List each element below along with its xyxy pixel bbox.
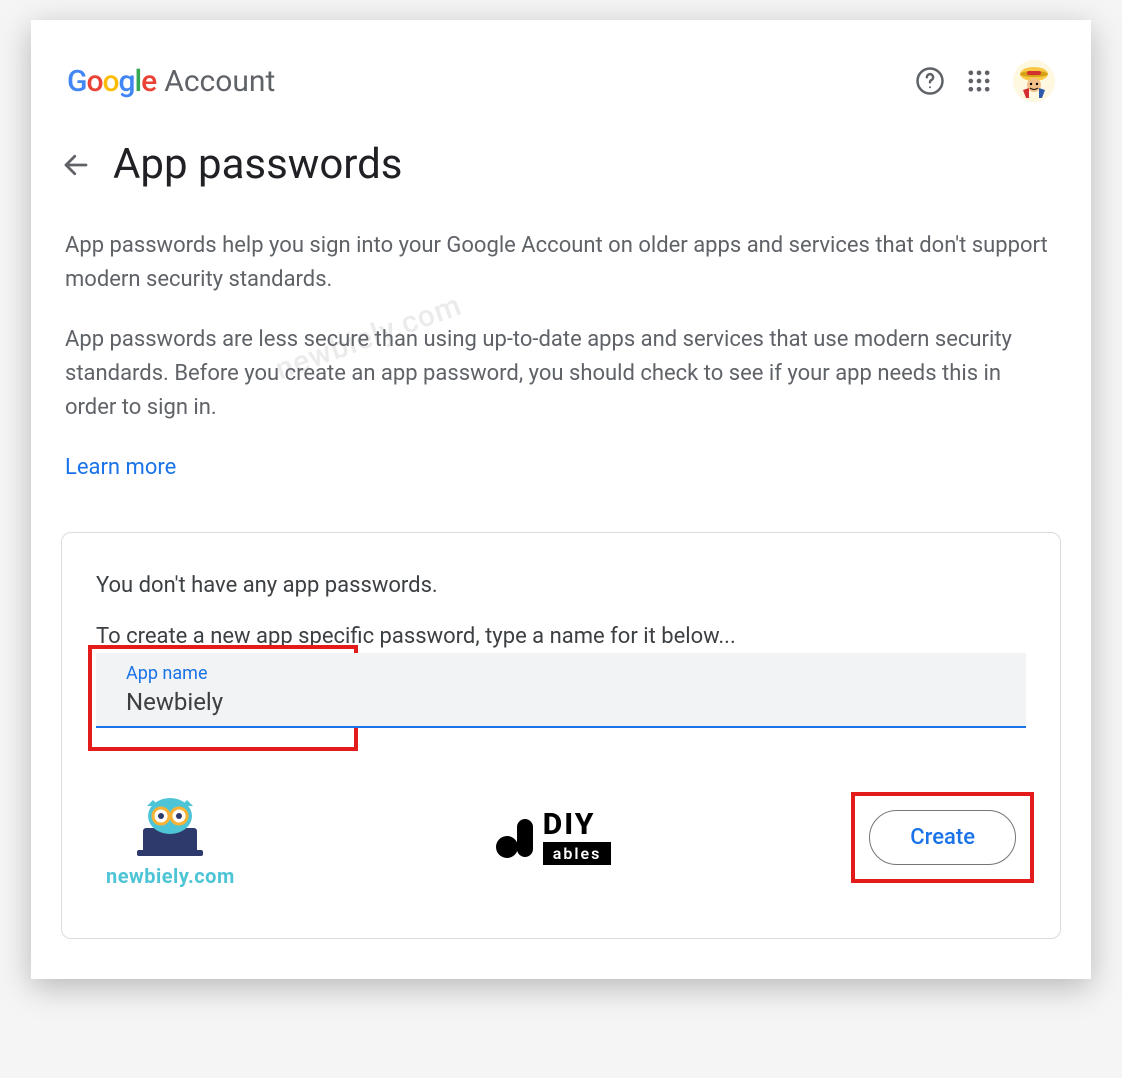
help-icon[interactable]	[915, 66, 945, 96]
diy-top-label: DIY	[543, 810, 596, 840]
diy-bottom-label: ables	[543, 842, 612, 865]
learn-more-link[interactable]: Learn more	[65, 451, 176, 485]
account-label: Account	[164, 64, 275, 99]
app-passwords-card: You don't have any app passwords. To cre…	[61, 532, 1061, 939]
title-row: App passwords	[61, 130, 1061, 229]
app-name-field-wrap: App name	[96, 653, 1026, 728]
app-passwords-page: newbiely.com Google Account	[31, 20, 1091, 979]
no-passwords-text: You don't have any app passwords.	[96, 573, 1026, 598]
paragraph-1: App passwords help you sign into your Go…	[65, 229, 1057, 297]
back-arrow-icon[interactable]	[61, 150, 91, 180]
create-button-wrap: Create	[869, 810, 1016, 865]
app-name-label: App name	[122, 663, 1010, 684]
description: App passwords help you sign into your Go…	[61, 229, 1061, 486]
instruction-text: To create a new app specific password, t…	[96, 624, 1026, 649]
google-account-logo: Google Account	[67, 64, 275, 99]
paragraph-2: App passwords are less secure than using…	[65, 323, 1057, 425]
google-logo: Google	[67, 64, 156, 99]
diyables-logo: DIY ables	[493, 810, 612, 865]
footer-row: newbiely.com DIY ables Create	[96, 788, 1026, 888]
app-name-field[interactable]: App name	[96, 653, 1026, 728]
page-title: App passwords	[113, 140, 403, 189]
apps-grid-icon[interactable]	[965, 67, 993, 95]
header: Google Account	[61, 50, 1061, 130]
header-actions	[915, 60, 1055, 102]
app-name-input[interactable]	[122, 686, 1010, 718]
avatar[interactable]	[1013, 60, 1055, 102]
newbiely-logo: newbiely.com	[106, 788, 235, 888]
newbiely-label: newbiely.com	[106, 864, 235, 888]
create-button[interactable]: Create	[869, 810, 1016, 865]
